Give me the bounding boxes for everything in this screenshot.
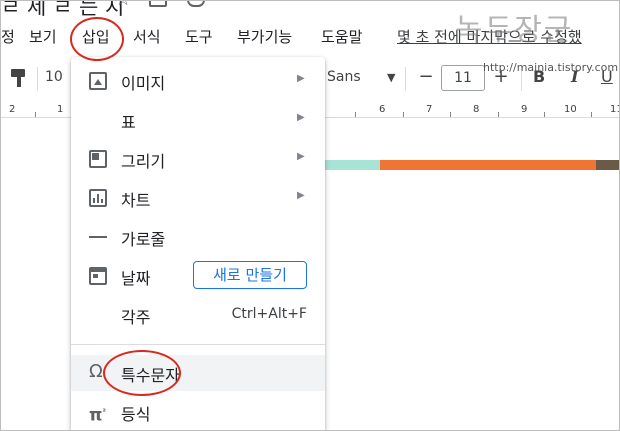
app-window: ㄹ 제 ㄹ 는 지 ☆ 정 보기 삽입 서식 도구 부가기능 도움말 몇 초 전… [0,0,620,431]
ruler-number: 8 [473,104,480,115]
menu-item-label: 각주 [121,308,151,327]
ruler-number: 10 [564,104,577,115]
ruler-tick [498,112,499,117]
menu-item-label: 차트 [121,191,151,210]
menu-item-table[interactable]: 표 ▶ [71,102,325,138]
ruler-tick [35,112,36,117]
zoom-select[interactable]: 10 [45,69,63,85]
ruler-number: 9 [521,104,528,115]
move-icon[interactable] [149,1,167,7]
document-title[interactable]: ㄹ 제 ㄹ 는 지 [1,1,124,21]
menu-item-equation[interactable]: π² 등식 [71,394,325,430]
toolbar-divider [405,67,406,91]
drawing-icon [89,150,107,168]
ruler-number: 11 [610,104,619,115]
ruler-number: 7 [426,104,433,115]
menu-divider [71,344,325,345]
menu-item-special-characters[interactable]: Ω 특수문자 [71,355,325,391]
submenu-arrow-icon: ▶ [297,112,305,123]
image-icon [89,72,107,90]
menu-item-footnote[interactable]: 각주 Ctrl+Alt+F [71,297,325,333]
paint-format-icon[interactable] [11,69,27,87]
menu-item-date[interactable]: 날짜 새로 만들기 [71,258,325,294]
submenu-arrow-icon: ▶ [297,73,305,84]
menu-format[interactable]: 서식 [133,23,161,53]
menu-item-label: 날짜 [121,269,151,288]
menu-item-horizontal-line[interactable]: 가로줄 [71,219,325,255]
menu-addons[interactable]: 부가기능 [237,23,292,53]
ruler-number: 2 [9,104,16,115]
menu-item-label: 그리기 [121,152,166,171]
menu-help[interactable]: 도움말 [321,23,362,53]
menu-item-chart[interactable]: 차트 ▶ [71,180,325,216]
watermark-url: http://mainia.tistory.com [483,61,619,74]
font-select[interactable]: Sans [327,69,361,85]
font-size-input[interactable]: 11 [441,65,485,91]
chart-icon [89,189,107,207]
chevron-down-icon[interactable]: ▼ [387,71,395,84]
insert-menu: 이미지 ▶ 표 ▶ 그리기 ▶ 차트 ▶ 가로줄 날짜 새로 만들기 각주 Ct… [71,57,325,430]
menu-item-label: 이미지 [121,74,166,93]
omega-icon: Ω [89,361,103,382]
menu-item-image[interactable]: 이미지 ▶ [71,63,325,99]
toolbar-divider [37,67,38,91]
horizontal-line-icon [89,228,107,246]
calendar-icon [89,267,107,285]
ruler-tick [450,112,451,117]
star-icon[interactable]: ☆ [115,1,133,9]
menu-item-label: 가로줄 [121,230,166,249]
shortcut-label: Ctrl+Alt+F [231,306,307,322]
color-bar-teal [325,160,380,170]
new-badge-button[interactable]: 새로 만들기 [193,261,307,289]
ruler-tick [355,112,356,117]
color-bar-orange [380,160,596,170]
ruler-tick [403,112,404,117]
menu-insert[interactable]: 삽입 [82,23,110,53]
submenu-arrow-icon: ▶ [297,190,305,201]
cloud-status-icon[interactable] [187,1,205,7]
ruler-tick [544,112,545,117]
ruler-tick [591,112,592,117]
menu-item-label: 표 [121,113,136,132]
ruler-number: 1 [57,104,64,115]
submenu-arrow-icon: ▶ [297,151,305,162]
color-bar-brown [596,160,619,170]
menu-tools[interactable]: 도구 [185,23,213,53]
menu-item-label: 등식 [121,405,151,424]
menu-edit[interactable]: 정 [1,23,15,53]
menu-view[interactable]: 보기 [29,23,57,53]
menu-item-drawing[interactable]: 그리기 ▶ [71,141,325,177]
decrease-font-size-button[interactable]: − [413,65,439,91]
menu-item-label: 특수문자 [121,366,180,385]
watermark-logo: 녹두장군 [455,13,574,48]
pi-icon: π² [89,405,106,426]
ruler-number: 6 [379,104,386,115]
